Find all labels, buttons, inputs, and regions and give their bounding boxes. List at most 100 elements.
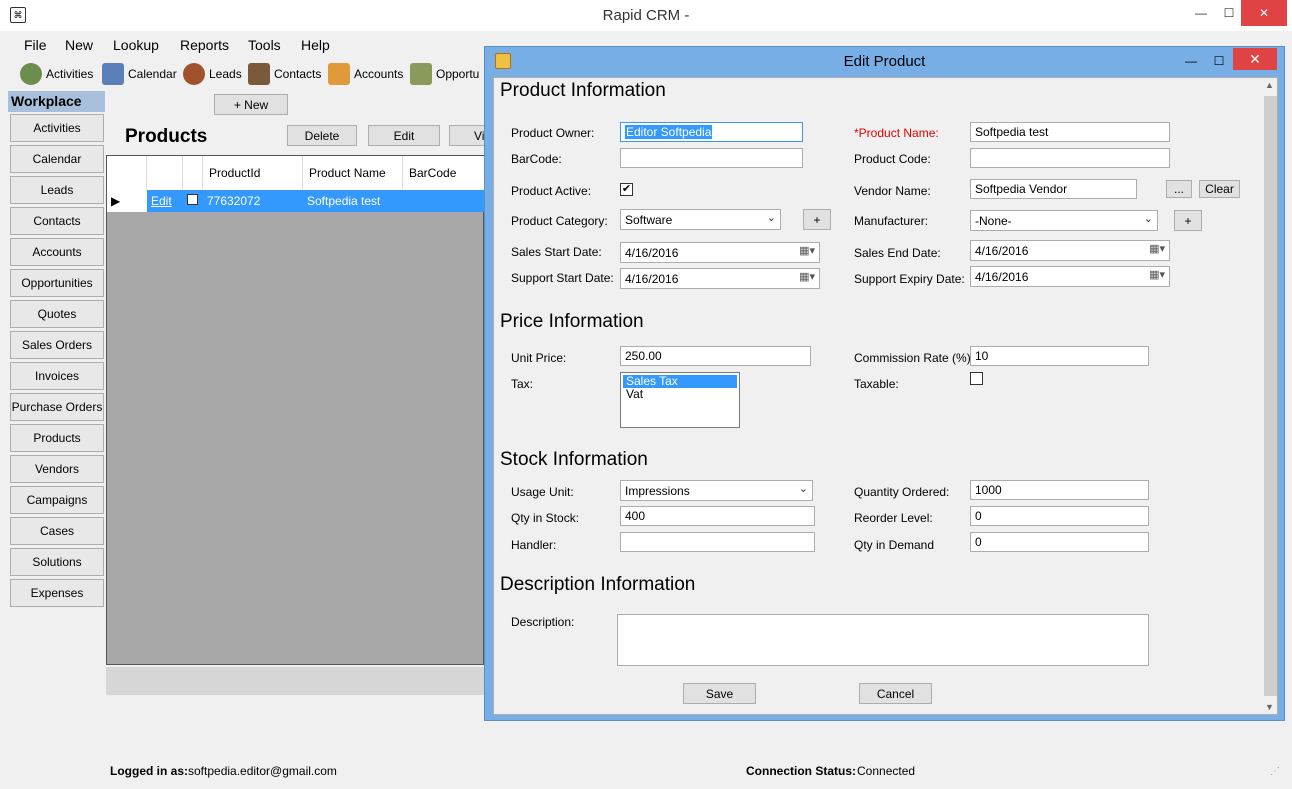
qty-in-demand-label: Qty in Demand — [854, 538, 935, 552]
vendor-name-field[interactable]: Softpedia Vendor — [970, 179, 1137, 199]
menu-new[interactable]: New — [65, 37, 93, 53]
table-row[interactable]: ▶ Edit 77632072 Softpedia test — [107, 190, 485, 212]
menu-tools[interactable]: Tools — [248, 37, 281, 53]
grid-header-product-name[interactable]: Product Name — [303, 156, 403, 190]
handler-field[interactable] — [620, 532, 815, 552]
product-code-label: Product Code: — [854, 152, 931, 166]
sidebar-item-invoices[interactable]: Invoices — [10, 362, 104, 390]
toolbar-leads[interactable]: Leads — [183, 62, 242, 86]
grid-header-barcode[interactable]: BarCode — [403, 156, 485, 190]
manufacturer-select[interactable]: -None- ⌄ — [970, 210, 1158, 231]
sidebar-item-sales-orders[interactable]: Sales Orders — [10, 331, 104, 359]
dialog-vertical-scrollbar[interactable]: ▲ ▼ — [1262, 78, 1277, 714]
products-panel: + New Products Delete Edit Vi ProductId … — [106, 91, 486, 695]
sidebar-item-purchase-orders[interactable]: Purchase Orders — [10, 393, 104, 421]
vendor-browse-button[interactable]: ... — [1166, 180, 1192, 198]
description-field[interactable] — [617, 614, 1149, 666]
sidebar-item-opportunities[interactable]: Opportunities — [10, 269, 104, 297]
sidebar-item-contacts[interactable]: Contacts — [10, 207, 104, 235]
support-expiry-date-picker[interactable]: 4/16/2016 ▦▾ — [970, 266, 1170, 287]
scroll-down-icon[interactable]: ▼ — [1265, 702, 1274, 712]
barcode-label: BarCode: — [511, 152, 562, 166]
qty-in-stock-field[interactable]: 400 — [620, 506, 815, 526]
edit-button[interactable]: Edit — [368, 125, 440, 146]
grid-header-productid[interactable]: ProductId — [203, 156, 303, 190]
commission-rate-field[interactable]: 10 — [970, 346, 1149, 366]
product-owner-field[interactable]: Editor Softpedia — [620, 122, 803, 142]
row-select-checkbox[interactable] — [183, 190, 203, 212]
commission-rate-label: Commission Rate (%): — [854, 351, 975, 365]
close-button[interactable]: ✕ — [1241, 0, 1287, 26]
taxable-label: Taxable: — [854, 377, 899, 391]
sidebar-item-accounts[interactable]: Accounts — [10, 238, 104, 266]
support-start-date-picker[interactable]: 4/16/2016 ▦▾ — [620, 268, 820, 289]
menu-lookup[interactable]: Lookup — [113, 37, 159, 53]
sales-end-date-picker[interactable]: 4/16/2016 ▦▾ — [970, 240, 1170, 261]
row-indicator-icon: ▶ — [107, 190, 147, 212]
add-manufacturer-button[interactable]: + — [1174, 210, 1202, 231]
reorder-level-label: Reorder Level: — [854, 511, 933, 525]
toolbar-accounts-label: Accounts — [354, 67, 404, 81]
product-name-label: *Product Name: — [854, 126, 939, 140]
sidebar-item-vendors[interactable]: Vendors — [10, 455, 104, 483]
product-category-select[interactable]: Software ⌄ — [620, 209, 781, 230]
resize-grip-icon[interactable]: ⋰ — [1270, 766, 1280, 777]
sidebar-item-leads[interactable]: Leads — [10, 176, 104, 204]
toolbar-opportunities[interactable]: Opportu — [410, 62, 479, 86]
horizontal-scrollbar[interactable] — [106, 667, 486, 695]
reorder-level-field[interactable]: 0 — [970, 506, 1149, 526]
window-title: Rapid CRM - — [602, 7, 690, 24]
usage-unit-select[interactable]: Impressions ⌄ — [620, 480, 813, 501]
sales-start-date-picker[interactable]: 4/16/2016 ▦▾ — [620, 242, 820, 263]
sidebar-item-calendar[interactable]: Calendar — [10, 145, 104, 173]
delete-button[interactable]: Delete — [287, 125, 357, 146]
tax-listbox[interactable]: Sales Tax Vat — [620, 372, 740, 428]
chevron-down-icon: ⌄ — [1143, 213, 1153, 225]
toolbar-accounts[interactable]: Accounts — [328, 62, 403, 86]
toolbar-activities-label: Activities — [46, 67, 94, 81]
vendor-clear-button[interactable]: Clear — [1199, 180, 1240, 198]
scrollbar-thumb[interactable] — [1264, 96, 1277, 696]
sidebar-item-activities[interactable]: Activities — [10, 114, 104, 142]
menu-reports[interactable]: Reports — [180, 37, 229, 53]
view-button[interactable]: Vi — [449, 125, 486, 146]
unit-price-label: Unit Price: — [511, 351, 567, 365]
save-button[interactable]: Save — [683, 683, 756, 704]
cancel-button[interactable]: Cancel — [859, 683, 932, 704]
quantity-ordered-field[interactable]: 1000 — [970, 480, 1149, 500]
dialog-body: Product Information Product Owner: Edito… — [493, 77, 1278, 715]
product-name-field[interactable]: Softpedia test — [970, 122, 1170, 142]
chevron-down-icon: ⌄ — [798, 483, 808, 495]
product-owner-value: Editor Softpedia — [625, 125, 713, 139]
sidebar-item-solutions[interactable]: Solutions — [10, 548, 104, 576]
toolbar-calendar[interactable]: Calendar — [102, 62, 177, 86]
sidebar-item-cases[interactable]: Cases — [10, 517, 104, 545]
toolbar-activities[interactable]: Activities — [20, 62, 93, 86]
new-product-button[interactable]: + New — [214, 94, 288, 115]
dialog-title: Edit Product — [843, 53, 926, 70]
barcode-field[interactable] — [620, 148, 803, 168]
tax-option-vat[interactable]: Vat — [623, 388, 737, 401]
product-category-value: Software — [625, 213, 673, 227]
dialog-maximize-button[interactable]: ☐ — [1205, 49, 1233, 73]
unit-price-field[interactable]: 250.00 — [620, 346, 811, 366]
activities-icon — [20, 63, 42, 85]
taxable-checkbox[interactable] — [970, 372, 983, 385]
menu-file[interactable]: File — [24, 37, 47, 53]
product-code-field[interactable] — [970, 148, 1170, 168]
menu-help[interactable]: Help — [301, 37, 330, 53]
product-active-checkbox[interactable]: ✔ — [620, 183, 633, 196]
sales-end-date-label: Sales End Date: — [854, 246, 941, 260]
sidebar-item-products[interactable]: Products — [10, 424, 104, 452]
scroll-up-icon[interactable]: ▲ — [1265, 80, 1274, 90]
calendar-dropdown-icon: ▦▾ — [799, 245, 815, 257]
dialog-close-button[interactable]: ✕ — [1233, 48, 1277, 70]
row-edit-link[interactable]: Edit — [147, 190, 183, 212]
dialog-minimize-button[interactable]: — — [1177, 49, 1205, 73]
sidebar-item-quotes[interactable]: Quotes — [10, 300, 104, 328]
toolbar-contacts[interactable]: Contacts — [248, 62, 321, 86]
sidebar-item-campaigns[interactable]: Campaigns — [10, 486, 104, 514]
sidebar-item-expenses[interactable]: Expenses — [10, 579, 104, 607]
qty-in-demand-field[interactable]: 0 — [970, 532, 1149, 552]
add-category-button[interactable]: + — [803, 209, 831, 230]
